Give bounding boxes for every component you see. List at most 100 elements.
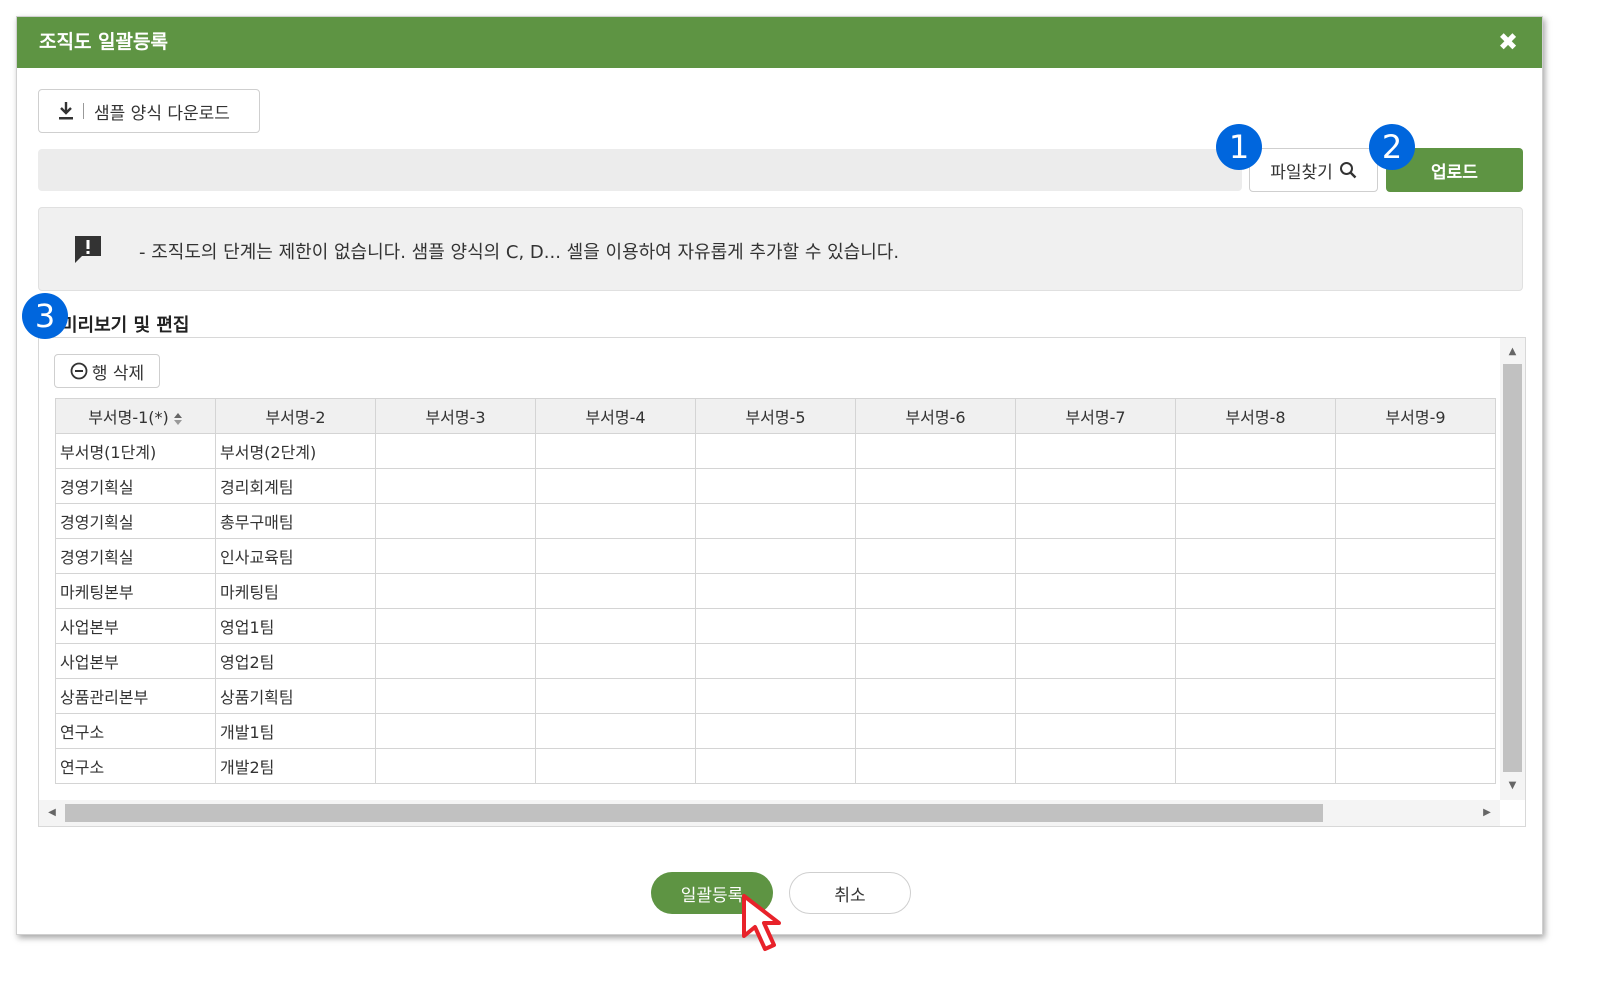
table-cell[interactable] — [695, 573, 856, 609]
table-cell[interactable] — [1335, 643, 1496, 679]
delete-row-button[interactable]: 행 삭제 — [54, 354, 160, 388]
table-cell[interactable]: 상품관리본부 — [55, 678, 216, 714]
table-cell[interactable]: 개발2팀 — [215, 748, 376, 784]
table-cell[interactable]: 연구소 — [55, 748, 216, 784]
table-cell[interactable]: 영업1팀 — [215, 608, 376, 644]
table-cell[interactable] — [1015, 643, 1176, 679]
table-cell[interactable]: 사업본부 — [55, 608, 216, 644]
table-cell[interactable]: 경영기획실 — [55, 503, 216, 539]
table-cell[interactable] — [1015, 608, 1176, 644]
column-header[interactable]: 부서명-3 — [375, 398, 536, 434]
table-cell[interactable]: 부서명(1단계) — [55, 433, 216, 469]
table-row[interactable]: 사업본부 영업1팀 — [55, 608, 1496, 644]
close-icon[interactable]: ✖ — [1496, 30, 1520, 54]
table-cell[interactable] — [535, 678, 696, 714]
column-header[interactable]: 부서명-8 — [1175, 398, 1336, 434]
table-cell[interactable]: 마케팅본부 — [55, 573, 216, 609]
table-cell[interactable] — [1015, 468, 1176, 504]
table-cell[interactable]: 개발1팀 — [215, 713, 376, 749]
table-cell[interactable] — [1175, 468, 1336, 504]
table-cell[interactable] — [855, 433, 1016, 469]
table-cell[interactable] — [535, 643, 696, 679]
table-cell[interactable] — [375, 538, 536, 574]
table-cell[interactable] — [1335, 678, 1496, 714]
table-cell[interactable] — [375, 433, 536, 469]
table-cell[interactable] — [1015, 678, 1176, 714]
table-cell[interactable] — [695, 643, 856, 679]
file-path-field[interactable] — [38, 149, 1242, 191]
sort-icon[interactable] — [173, 411, 183, 427]
table-cell[interactable] — [1015, 503, 1176, 539]
table-cell[interactable] — [375, 748, 536, 784]
table-cell[interactable] — [535, 608, 696, 644]
scroll-up-icon[interactable]: ▲ — [1500, 342, 1525, 362]
table-cell[interactable] — [375, 503, 536, 539]
table-row[interactable]: 경영기획실 총무구매팀 — [55, 503, 1496, 539]
table-cell[interactable] — [855, 748, 1016, 784]
table-cell[interactable] — [695, 713, 856, 749]
table-cell[interactable] — [1175, 503, 1336, 539]
table-cell[interactable]: 경영기획실 — [55, 538, 216, 574]
table-row[interactable]: 사업본부 영업2팀 — [55, 643, 1496, 679]
table-cell[interactable] — [855, 573, 1016, 609]
table-row[interactable]: 상품관리본부 상품기획팀 — [55, 678, 1496, 714]
table-cell[interactable] — [375, 468, 536, 504]
table-cell[interactable] — [855, 643, 1016, 679]
table-cell[interactable] — [1335, 573, 1496, 609]
table-cell[interactable] — [1015, 573, 1176, 609]
table-cell[interactable] — [855, 468, 1016, 504]
table-cell[interactable] — [695, 608, 856, 644]
table-cell[interactable] — [695, 538, 856, 574]
table-cell[interactable] — [855, 538, 1016, 574]
table-cell[interactable] — [535, 503, 696, 539]
table-cell[interactable] — [535, 748, 696, 784]
table-cell[interactable] — [1335, 713, 1496, 749]
table-cell[interactable] — [1335, 538, 1496, 574]
table-cell[interactable]: 경영기획실 — [55, 468, 216, 504]
table-cell[interactable] — [1335, 748, 1496, 784]
table-cell[interactable] — [855, 608, 1016, 644]
table-cell[interactable] — [375, 608, 536, 644]
table-cell[interactable] — [535, 468, 696, 504]
table-cell[interactable] — [535, 573, 696, 609]
table-row[interactable]: 부서명(1단계) 부서명(2단계) — [55, 433, 1496, 469]
column-header[interactable]: 부서명-6 — [855, 398, 1016, 434]
table-cell[interactable] — [1175, 748, 1336, 784]
table-cell[interactable] — [1015, 433, 1176, 469]
table-cell[interactable] — [535, 713, 696, 749]
table-cell[interactable]: 영업2팀 — [215, 643, 376, 679]
table-cell[interactable] — [375, 713, 536, 749]
table-cell[interactable]: 부서명(2단계) — [215, 433, 376, 469]
scroll-down-icon[interactable]: ▼ — [1500, 776, 1525, 796]
table-row[interactable]: 연구소 개발1팀 — [55, 713, 1496, 749]
column-header[interactable]: 부서명-5 — [695, 398, 856, 434]
table-cell[interactable] — [1335, 608, 1496, 644]
find-file-button[interactable]: 파일찾기 — [1249, 148, 1378, 192]
table-cell[interactable]: 사업본부 — [55, 643, 216, 679]
table-cell[interactable] — [1175, 608, 1336, 644]
table-cell[interactable]: 인사교육팀 — [215, 538, 376, 574]
table-row[interactable]: 연구소 개발2팀 — [55, 748, 1496, 784]
table-cell[interactable] — [855, 503, 1016, 539]
column-header[interactable]: 부서명-9 — [1335, 398, 1496, 434]
table-row[interactable]: 경영기획실 경리회계팀 — [55, 468, 1496, 504]
table-row[interactable]: 마케팅본부 마케팅팀 — [55, 573, 1496, 609]
table-cell[interactable] — [535, 538, 696, 574]
table-cell[interactable] — [1175, 538, 1336, 574]
table-cell[interactable] — [1015, 748, 1176, 784]
table-cell[interactable] — [1175, 713, 1336, 749]
table-cell[interactable] — [1175, 643, 1336, 679]
scroll-right-icon[interactable]: ▶ — [1476, 800, 1498, 826]
table-cell[interactable] — [375, 678, 536, 714]
table-cell[interactable] — [695, 468, 856, 504]
table-cell[interactable] — [1335, 503, 1496, 539]
table-cell[interactable] — [1175, 573, 1336, 609]
table-cell[interactable]: 연구소 — [55, 713, 216, 749]
table-cell[interactable] — [695, 748, 856, 784]
table-cell[interactable] — [1015, 538, 1176, 574]
table-cell[interactable]: 총무구매팀 — [215, 503, 376, 539]
table-cell[interactable] — [695, 678, 856, 714]
table-cell[interactable] — [855, 713, 1016, 749]
column-header[interactable]: 부서명-1(*) — [55, 398, 216, 434]
column-header[interactable]: 부서명-7 — [1015, 398, 1176, 434]
